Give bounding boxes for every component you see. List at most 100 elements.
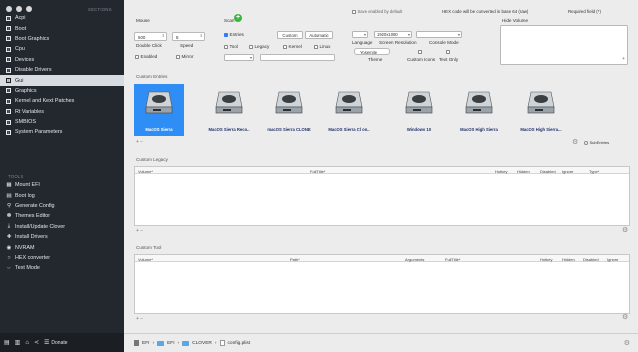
breadcrumb-item[interactable]: EFI	[142, 341, 149, 346]
hide-volume-list[interactable]	[500, 25, 628, 65]
entries-add-remove-icon[interactable]: + −	[136, 139, 143, 145]
theme-field[interactable]: Yosemite	[354, 48, 390, 55]
column-header[interactable]: Hidden	[517, 169, 530, 174]
tool-install-drivers[interactable]: ✚ Install Drivers	[0, 232, 124, 242]
sidebar-item-cpu[interactable]: ≡ Cpu	[0, 44, 124, 54]
scan-automatic-button[interactable]: Automatic	[305, 31, 333, 39]
mouse-enabled-option[interactable]: Enabled	[135, 54, 157, 59]
scan-kernel-field[interactable]	[260, 54, 335, 61]
column-header[interactable]: Ignore	[562, 169, 573, 174]
custom-legacy-table[interactable]: Volume* FullTitle* Hotkey Hidden Disable…	[134, 166, 630, 226]
sidebar-item-devices[interactable]: ≡ Devices	[0, 55, 124, 65]
column-header[interactable]: Disabled	[540, 169, 556, 174]
column-header[interactable]: Volume*	[138, 169, 153, 174]
column-header[interactable]: Hotkey	[495, 169, 507, 174]
scan-custom-button[interactable]: Custom	[277, 31, 303, 39]
scan-legacy-select[interactable]	[224, 54, 254, 61]
tool-generate-config[interactable]: ⚲ Generate Config	[0, 201, 124, 211]
save-file-icon[interactable]: ▥	[15, 339, 21, 346]
scan-legacy-checkbox[interactable]	[249, 44, 253, 49]
save-default-checkbox[interactable]	[352, 9, 356, 14]
subentries-radio[interactable]	[584, 140, 588, 145]
custom-icons-checkbox[interactable]	[418, 50, 422, 54]
sidebar-item-gui[interactable]: ≡ Gui	[0, 75, 124, 86]
column-header[interactable]: FullTitle*	[445, 257, 460, 262]
gear-icon[interactable]: ⚙	[622, 313, 628, 321]
minimize-window-button[interactable]	[16, 6, 22, 12]
sidebar-item-boot[interactable]: ≡ Boot	[0, 23, 124, 33]
custom-entry[interactable]: MacOS Sierra Cl on..	[324, 84, 374, 136]
home-icon[interactable]: ⌂	[25, 340, 29, 346]
tool-nvram[interactable]: ◉ NVRAM	[0, 242, 124, 252]
donate-button[interactable]: ☰ Donate	[44, 339, 68, 347]
column-header[interactable]: Hidden	[562, 257, 575, 262]
breadcrumb-item[interactable]: EFI	[167, 341, 174, 346]
hide-volume-add-icon[interactable]: +	[622, 56, 625, 62]
sidebar-item-rt-variables[interactable]: ≡ Rt Variables	[0, 107, 124, 117]
scan-linux-checkbox[interactable]	[314, 44, 318, 49]
custom-tool-table[interactable]: Volume* Path* Arguments FullTitle* Hotke…	[134, 254, 630, 314]
sidebar-item-disable-drivers[interactable]: ≡ Disable Drivers	[0, 65, 124, 75]
subentries-option[interactable]: SubEntries	[584, 140, 609, 145]
mouse-mirror-checkbox[interactable]	[176, 54, 180, 59]
custom-entry[interactable]: MacOS Sierra	[134, 84, 184, 136]
scan-tool-option[interactable]: Tool	[224, 44, 238, 49]
sidebar-item-boot-graphics[interactable]: ≡ Boot Graphics	[0, 34, 124, 44]
custom-entry[interactable]: MacOS High Sierra	[454, 84, 504, 136]
language-select[interactable]	[352, 31, 368, 38]
mouse-mirror-option[interactable]: Mirror	[176, 54, 194, 59]
column-header[interactable]: Path*	[290, 257, 300, 262]
sidebar-item-acpi[interactable]: ≡ Acpi	[0, 13, 124, 23]
scan-tool-checkbox[interactable]	[224, 44, 228, 49]
tool-hex-converter[interactable]: ○ HEX converter	[0, 253, 124, 263]
sidebar-item-graphics[interactable]: ≡ Graphics	[0, 86, 124, 96]
speed-stepper[interactable]: 8 ⇕	[172, 32, 205, 41]
column-header[interactable]: Hotkey	[540, 257, 552, 262]
column-header[interactable]: Disabled	[583, 257, 599, 262]
column-header[interactable]: Volume*	[138, 257, 153, 262]
breadcrumb-item[interactable]: config.plist	[228, 341, 251, 346]
custom-entry[interactable]: Windows 10	[394, 84, 444, 136]
gear-icon[interactable]: ⚙	[622, 226, 628, 234]
custom-entry[interactable]: MacOS High Sierra...	[516, 84, 566, 136]
gear-icon[interactable]: ⚙	[572, 138, 578, 146]
tool-install-update-clover[interactable]: ⤓ Install/Update Clover	[0, 222, 124, 232]
tool-themes-editor[interactable]: ✽ Themes Editor	[0, 211, 124, 221]
sidebar-item-smbios[interactable]: ≡ SMBIOS	[0, 117, 124, 127]
text-only-checkbox[interactable]	[446, 50, 450, 54]
tool-label: Install/Update Clover	[15, 223, 66, 230]
text-only-option[interactable]: Text Only	[439, 57, 458, 62]
share-icon[interactable]: ≺	[34, 339, 39, 346]
open-file-icon[interactable]: ▤	[4, 339, 10, 346]
gear-icon[interactable]: ⚙	[624, 339, 630, 347]
mouse-enabled-checkbox[interactable]	[135, 54, 139, 59]
sidebar-item-system-parameters[interactable]: ≡ System Parameters	[0, 127, 124, 137]
zoom-window-button[interactable]	[26, 6, 32, 12]
custom-entry[interactable]: macOS Sierra CLONE	[264, 84, 314, 136]
scan-entries-checkbox[interactable]	[224, 32, 228, 37]
scan-legacy-option[interactable]: Legacy	[249, 44, 269, 49]
legacy-add-remove-icon[interactable]: + −	[136, 228, 143, 234]
column-header[interactable]: FullTitle*	[310, 169, 325, 174]
save-default-option[interactable]: Save enabled by default	[352, 9, 402, 14]
tool-text-mode[interactable]: ⇔ Text Mode	[0, 263, 124, 273]
column-header[interactable]: Ignore	[607, 257, 618, 262]
sidebar-item-kernel-kext-patches[interactable]: ≡ Kernel and Kext Patches	[0, 96, 124, 106]
tool-boot-log[interactable]: ▤ Boot log	[0, 190, 124, 200]
custom-icons-option[interactable]: Custom Icons	[407, 57, 435, 62]
console-mode-select[interactable]	[416, 31, 462, 38]
scan-linux-option[interactable]: Linux	[314, 44, 330, 49]
scan-entries-option[interactable]: Entries	[224, 32, 244, 37]
add-icon[interactable]: +	[234, 14, 242, 22]
column-header[interactable]: Type*	[589, 169, 599, 174]
double-click-stepper[interactable]: 500 ⇕	[134, 32, 167, 41]
breadcrumb-item[interactable]: CLOVER	[192, 341, 212, 346]
scan-kernel-checkbox[interactable]	[283, 44, 287, 49]
custom-entry[interactable]: MacOS Sierra Reco..	[204, 84, 254, 136]
tool-add-remove-icon[interactable]: + −	[136, 316, 143, 322]
column-header[interactable]: Arguments	[405, 257, 424, 262]
close-window-button[interactable]	[6, 6, 12, 12]
tool-mount-efi[interactable]: ▦ Mount EFI	[0, 180, 124, 190]
screen-resolution-select[interactable]: 1920x1080	[374, 31, 412, 38]
scan-kernel-option[interactable]: Kernel	[283, 44, 302, 49]
